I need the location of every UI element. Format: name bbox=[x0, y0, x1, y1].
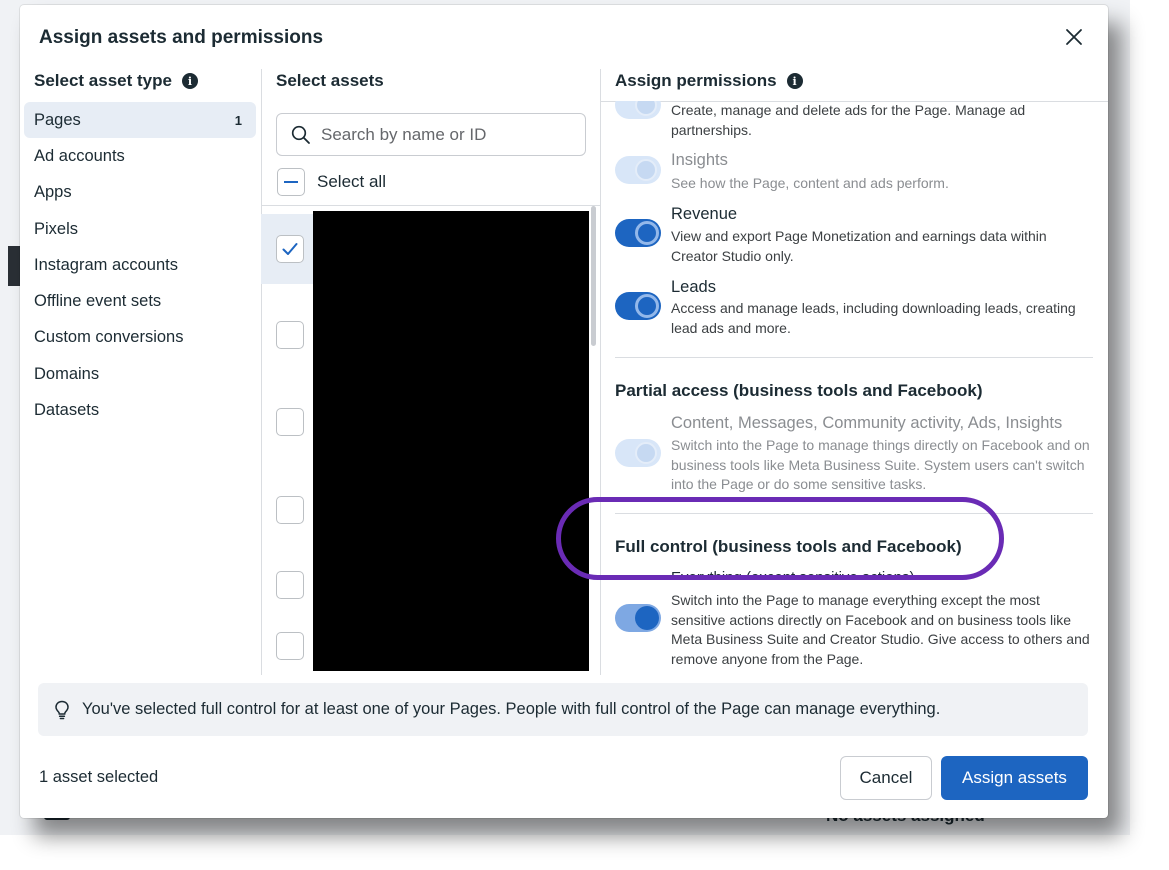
asset-type-heading-text: Select asset type bbox=[34, 71, 172, 90]
insights-permission-title: Insights bbox=[671, 151, 728, 169]
info-icon[interactable]: i bbox=[786, 73, 803, 89]
full-control-title: Everything (except sensitive actions) bbox=[671, 569, 915, 586]
asset-row[interactable] bbox=[261, 214, 313, 284]
asset-type-label: Pixels bbox=[34, 219, 79, 238]
leads-permission-title: Leads bbox=[671, 278, 716, 296]
asset-type-apps[interactable]: Apps bbox=[24, 175, 256, 211]
insights-permission-desc: See how the Page, content and ads perfor… bbox=[671, 175, 949, 191]
asset-type-heading: Select asset type i bbox=[34, 71, 198, 91]
select-all-label: Select all bbox=[317, 172, 386, 191]
asset-type-ad-accounts[interactable]: Ad accounts bbox=[24, 138, 256, 174]
asset-row[interactable] bbox=[261, 388, 313, 458]
lightbulb-icon bbox=[55, 700, 69, 719]
select-assets-heading-text: Select assets bbox=[276, 71, 384, 90]
checkmark-icon bbox=[282, 243, 298, 255]
close-icon[interactable] bbox=[1060, 23, 1088, 51]
toggle-knob bbox=[635, 159, 657, 181]
toggle-knob bbox=[635, 294, 659, 318]
asset-row[interactable] bbox=[261, 476, 313, 546]
toggle-knob bbox=[635, 101, 657, 116]
asset-checkbox[interactable] bbox=[276, 321, 304, 349]
assets-scrollbar[interactable] bbox=[591, 206, 596, 346]
search-input[interactable] bbox=[321, 124, 561, 145]
asset-row[interactable] bbox=[261, 612, 313, 675]
section-divider bbox=[615, 357, 1093, 358]
modal-title: Assign assets and permissions bbox=[39, 27, 324, 48]
asset-type-label: Pages bbox=[34, 110, 81, 129]
asset-type-custom-conversions[interactable]: Custom conversions bbox=[24, 320, 256, 356]
partial-access-heading: Partial access (business tools and Faceb… bbox=[615, 381, 983, 400]
assign-permissions-heading: Assign permissions i bbox=[615, 71, 803, 91]
revenue-permission-title: Revenue bbox=[671, 205, 738, 223]
redacted-asset-names bbox=[313, 211, 589, 671]
info-icon[interactable]: i bbox=[181, 73, 198, 89]
asset-type-label: Ad accounts bbox=[34, 146, 125, 165]
asset-type-pixels[interactable]: Pixels bbox=[24, 211, 256, 247]
asset-row[interactable] bbox=[261, 301, 313, 371]
partial-access-title: Content, Messages, Community activity, A… bbox=[671, 414, 1063, 432]
asset-type-offline-event-sets[interactable]: Offline event sets bbox=[24, 283, 256, 319]
asset-type-label: Domains bbox=[34, 364, 100, 383]
asset-type-label: Offline event sets bbox=[34, 292, 162, 311]
select-all-checkbox[interactable]: Select all bbox=[277, 168, 386, 196]
asset-type-datasets[interactable]: Datasets bbox=[24, 392, 256, 428]
asset-type-domains[interactable]: Domains bbox=[24, 356, 256, 392]
asset-type-label: Datasets bbox=[34, 401, 100, 420]
revenue-permission-desc: View and export Page Monetization and ea… bbox=[671, 228, 1047, 264]
toggle-knob bbox=[635, 442, 657, 464]
asset-type-pages[interactable]: Pages 1 bbox=[24, 102, 256, 139]
notice-text: You've selected full control for at leas… bbox=[82, 700, 941, 718]
full-control-heading: Full control (business tools and Faceboo… bbox=[615, 537, 962, 556]
full-control-toggle[interactable] bbox=[615, 604, 661, 632]
cancel-button[interactable]: Cancel bbox=[840, 756, 932, 800]
asset-checkbox[interactable] bbox=[276, 571, 304, 599]
full-control-notice: You've selected full control for at leas… bbox=[38, 683, 1088, 736]
search-icon bbox=[291, 125, 310, 144]
asset-checkbox[interactable] bbox=[276, 632, 304, 660]
asset-type-list: Pages 1 Ad accounts Apps Pixels Instagra… bbox=[24, 102, 256, 429]
asset-row[interactable] bbox=[261, 551, 313, 621]
search-field[interactable] bbox=[276, 113, 586, 156]
permissions-scroll-area: Create, manage and delete ads for the Pa… bbox=[600, 101, 1108, 671]
assets-list bbox=[261, 205, 601, 675]
insights-toggle[interactable] bbox=[615, 156, 661, 184]
leads-toggle[interactable] bbox=[615, 292, 661, 320]
selected-count: 1 asset selected bbox=[39, 768, 159, 786]
asset-checkbox[interactable] bbox=[276, 496, 304, 524]
section-divider bbox=[615, 513, 1093, 514]
full-control-desc: Switch into the Page to manage everythin… bbox=[671, 592, 1090, 667]
select-assets-heading: Select assets bbox=[276, 71, 384, 91]
asset-type-label: Instagram accounts bbox=[34, 255, 178, 274]
assign-permissions-heading-text: Assign permissions bbox=[615, 71, 777, 90]
leads-permission-desc: Access and manage leads, including downl… bbox=[671, 300, 1076, 336]
asset-type-count-badge: 1 bbox=[234, 112, 242, 128]
revenue-toggle[interactable] bbox=[615, 219, 661, 247]
assign-assets-modal: Assign assets and permissions Select ass… bbox=[20, 5, 1108, 818]
asset-checkbox[interactable] bbox=[276, 408, 304, 436]
partial-access-desc: Switch into the Page to manage things di… bbox=[671, 437, 1090, 492]
toggle-knob bbox=[635, 221, 659, 245]
partial-access-toggle[interactable] bbox=[615, 439, 661, 467]
toggle-knob bbox=[635, 606, 659, 630]
ads-toggle[interactable] bbox=[615, 101, 661, 119]
asset-checkbox[interactable] bbox=[276, 235, 304, 263]
asset-type-label: Apps bbox=[34, 183, 72, 202]
asset-type-instagram-accounts[interactable]: Instagram accounts bbox=[24, 247, 256, 283]
asset-type-label: Custom conversions bbox=[34, 328, 184, 347]
ads-permission-desc: Create, manage and delete ads for the Pa… bbox=[671, 102, 1026, 138]
assign-assets-button[interactable]: Assign assets bbox=[941, 756, 1088, 800]
indeterminate-checkbox-icon[interactable] bbox=[277, 168, 305, 196]
